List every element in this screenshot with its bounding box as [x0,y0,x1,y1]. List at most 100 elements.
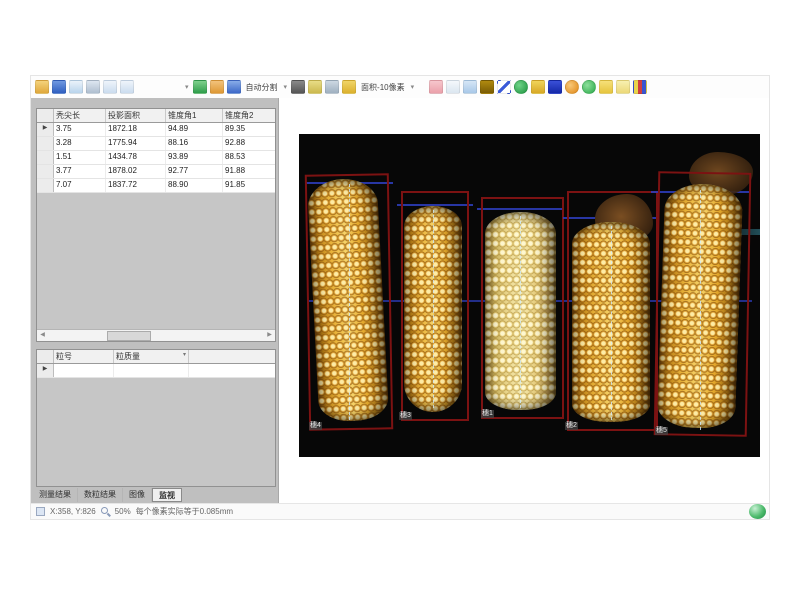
table-cell[interactable]: 3.77 [54,165,106,178]
cup-icon[interactable] [342,80,356,94]
ear-axis-line [520,216,521,408]
row-selector[interactable]: ▶ [37,123,54,136]
ear-axis-line [349,184,350,420]
statusbar: X:358, Y:826 50% 每个像素实际等于0.085mm [31,503,769,519]
blank-sheet-icon[interactable] [446,80,460,94]
timer-icon[interactable] [565,80,579,94]
column-dropdown-icon[interactable]: ▾ [183,351,186,358]
table-cell[interactable]: 94.89 [166,123,223,136]
table-row[interactable]: 1.511434.7893.8988.531.52 [37,151,275,165]
column-header[interactable]: 锥度角2 [223,109,276,122]
ear-bounding-box[interactable] [401,191,469,421]
blue-tile-icon[interactable] [548,80,562,94]
column-header[interactable]: 秃尖长 [54,109,106,122]
line-tool-icon[interactable] [497,80,511,94]
table-cell[interactable]: 3.28 [54,137,106,150]
cursor-position-text: X:358, Y:826 [50,507,96,516]
dropdown-arrow-icon[interactable]: ▾ [185,83,189,91]
ear-axis-line [700,190,701,430]
page: { "toolbar": { "items": [ {"type":"icon"… [0,0,800,600]
chart-icon[interactable] [633,80,647,94]
scroll-right-arrow-icon[interactable]: ▶ [264,330,275,340]
ear-bounding-box[interactable] [481,197,564,419]
ruler-icon[interactable] [210,80,224,94]
table-cell[interactable]: 88.16 [166,137,223,150]
zoom-out-icon[interactable] [120,80,134,94]
header-filler [189,350,193,363]
table-row[interactable]: ▶ [37,364,275,378]
table-cell[interactable]: 92.88 [223,137,276,150]
table-cell[interactable]: 3.75 [54,123,106,136]
table-cell[interactable]: 93.89 [166,151,223,164]
auto-segment-button[interactable]: 自动分割 [246,82,278,93]
image-export-icon[interactable] [69,80,83,94]
row-selector[interactable] [37,151,54,164]
column-header[interactable]: 粒质量▾ [114,350,189,363]
table-row[interactable]: ▶3.751872.1894.8989.351.18 [37,123,275,137]
play-icon[interactable] [514,80,528,94]
table-cell[interactable]: 1775.94 [106,137,166,150]
area-filter-dropdown[interactable]: 面积-10像素 [361,82,405,93]
scroll-left-arrow-icon[interactable]: ◀ [37,330,48,340]
tab-image[interactable]: 图像 [123,488,152,502]
column-header[interactable]: 锥度角1 [166,109,223,122]
table-cell[interactable]: 1.51 [54,151,106,164]
magic-wand-icon[interactable] [193,80,207,94]
ear-label: 穗2 [565,422,578,430]
table-cell[interactable] [114,364,189,377]
zoom-in-icon[interactable] [103,80,117,94]
eraser-pink-icon[interactable] [429,80,443,94]
table-row[interactable]: 3.281775.9488.1692.881.18 [37,137,275,151]
table-cell[interactable]: 88.53 [223,151,276,164]
row-selector[interactable] [37,179,54,192]
table-cell[interactable]: 89.35 [223,123,276,136]
table-cell[interactable]: 91.85 [223,179,276,192]
table-cell[interactable]: 91.88 [223,165,276,178]
open-folder-icon[interactable] [35,80,49,94]
row-filler [189,364,193,377]
table-cell[interactable]: 1878.02 [106,165,166,178]
main-toolbar: ▾ 自动分割 ▾ 面积-10像素 ▾ [31,76,769,99]
save-icon[interactable] [52,80,66,94]
column-header[interactable]: 投影面积 [106,109,166,122]
results-grid-hscrollbar[interactable]: ◀ ▶ [37,329,275,341]
tab-monitor[interactable]: 监视 [152,488,182,502]
row-selector[interactable] [37,165,54,178]
layers-icon[interactable] [463,80,477,94]
table-cell[interactable]: 1837.72 [106,179,166,192]
dropdown-arrow-icon[interactable]: ▾ [284,83,288,91]
column-header[interactable]: 粒号 [54,350,114,363]
scrollbar-thumb[interactable] [107,331,151,341]
row-selector[interactable] [37,137,54,150]
table-cell[interactable] [54,364,114,377]
monitor-icon[interactable] [325,80,339,94]
tab-count-results[interactable]: 数粒结果 [78,488,123,502]
table-row[interactable]: 7.071837.7288.9091.851.18 [37,179,275,193]
table-cell[interactable]: 1434.78 [106,151,166,164]
gold-tile-icon[interactable] [480,80,494,94]
cursor-position-icon [36,507,45,516]
scale-note-text: 每个像素实际等于0.085mm [136,506,233,517]
ear-bounding-box[interactable] [654,171,752,437]
zoom-lens-icon [101,507,110,516]
dropdown-arrow-icon[interactable]: ▾ [411,83,415,91]
table-cell[interactable]: 88.90 [166,179,223,192]
ear-label: 穗4 [309,422,322,430]
table-row[interactable]: 3.771878.0292.7791.881.47 [37,165,275,179]
sticky-note-icon[interactable] [599,80,613,94]
row-selector[interactable]: ▶ [37,364,54,377]
table-cell[interactable]: 92.77 [166,165,223,178]
table-cell[interactable]: 7.07 [54,179,106,192]
refresh-icon[interactable] [582,80,596,94]
report-icon[interactable] [616,80,630,94]
team-icon[interactable] [227,80,241,94]
print-icon[interactable] [86,80,100,94]
tab-measure-results[interactable]: 测量结果 [33,488,78,502]
ear-bounding-box[interactable] [567,191,658,431]
kernel-grid: 粒号粒质量▾ ▶ [36,349,276,487]
corn-photo-canvas[interactable]: 穗4 穗3 穗1 穗2 穗5 [299,134,760,457]
eraser-icon[interactable] [308,80,322,94]
pencil-icon[interactable] [291,80,305,94]
edit-pencil-icon[interactable] [531,80,545,94]
table-cell[interactable]: 1872.18 [106,123,166,136]
